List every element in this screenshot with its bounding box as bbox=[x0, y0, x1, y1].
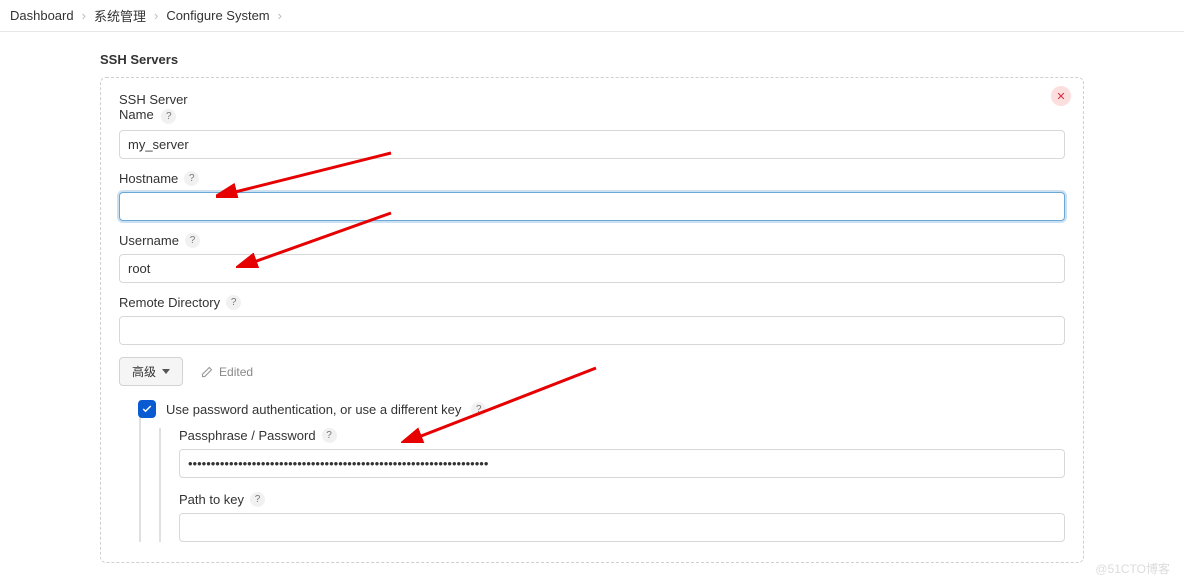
help-icon[interactable]: ? bbox=[250, 492, 265, 507]
username-input[interactable] bbox=[119, 254, 1065, 283]
breadcrumb-item-dashboard[interactable]: Dashboard bbox=[10, 8, 74, 23]
use-password-checkbox[interactable] bbox=[138, 400, 156, 418]
name-input[interactable] bbox=[119, 130, 1065, 159]
remote-dir-input[interactable] bbox=[119, 316, 1065, 345]
chevron-right-icon: › bbox=[278, 8, 282, 23]
field-name: SSH Server Name ? bbox=[119, 92, 1065, 159]
advanced-button[interactable]: 高级 bbox=[119, 357, 183, 386]
help-icon[interactable]: ? bbox=[161, 109, 176, 124]
chevron-down-icon bbox=[162, 369, 170, 374]
field-passphrase: Passphrase / Password ? bbox=[179, 428, 1065, 478]
username-label: Username bbox=[119, 233, 179, 248]
section-title: SSH Servers bbox=[100, 52, 1184, 67]
remote-dir-label: Remote Directory bbox=[119, 295, 220, 310]
close-icon[interactable]: ✕ bbox=[1051, 86, 1071, 106]
ssh-server-panel: ✕ SSH Server Name ? Hostname ? Usern bbox=[100, 77, 1084, 563]
pencil-icon bbox=[201, 366, 213, 378]
use-password-label: Use password authentication, or use a di… bbox=[166, 402, 461, 417]
check-icon bbox=[141, 403, 153, 415]
breadcrumb-item-configure[interactable]: Configure System bbox=[166, 8, 269, 23]
passphrase-input[interactable] bbox=[179, 449, 1065, 478]
chevron-right-icon: › bbox=[82, 8, 86, 23]
help-icon[interactable]: ? bbox=[185, 233, 200, 248]
field-remote-dir: Remote Directory ? bbox=[119, 295, 1065, 345]
breadcrumb: Dashboard › 系统管理 › Configure System › bbox=[0, 0, 1184, 32]
hostname-input[interactable] bbox=[119, 192, 1065, 221]
path-to-key-label: Path to key bbox=[179, 492, 244, 507]
breadcrumb-item-sysadmin[interactable]: 系统管理 bbox=[94, 6, 146, 25]
path-to-key-input[interactable] bbox=[179, 513, 1065, 542]
help-icon[interactable]: ? bbox=[322, 428, 337, 443]
hostname-label: Hostname bbox=[119, 171, 178, 186]
advanced-section: Use password authentication, or use a di… bbox=[139, 400, 1065, 542]
advanced-button-label: 高级 bbox=[132, 363, 156, 380]
field-path-to-key: Path to key ? bbox=[179, 492, 1065, 542]
help-icon[interactable]: ? bbox=[184, 171, 199, 186]
edited-indicator: Edited bbox=[201, 365, 253, 379]
help-icon[interactable]: ? bbox=[226, 295, 241, 310]
chevron-right-icon: › bbox=[154, 8, 158, 23]
field-hostname: Hostname ? bbox=[119, 171, 1065, 221]
passphrase-label: Passphrase / Password bbox=[179, 428, 316, 443]
help-icon[interactable]: ? bbox=[471, 402, 486, 417]
field-username: Username ? bbox=[119, 233, 1065, 283]
name-label-l1: SSH Server bbox=[119, 92, 188, 107]
name-label-l2: Name bbox=[119, 107, 154, 122]
